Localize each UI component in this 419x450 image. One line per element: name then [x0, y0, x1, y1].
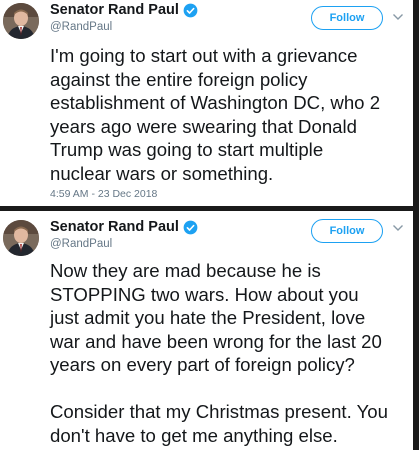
verified-badge-icon	[183, 3, 198, 17]
user-handle[interactable]: @RandPaul	[50, 21, 112, 33]
avatar[interactable]	[3, 220, 39, 256]
chevron-down-icon[interactable]	[392, 12, 404, 22]
verified-badge-icon	[183, 220, 198, 234]
display-name[interactable]: Senator Rand Paul	[50, 2, 179, 18]
tweet-card: Senator Rand Paul @RandPaul Follow Now t…	[0, 211, 413, 450]
author-name-row: Senator Rand Paul	[50, 2, 198, 18]
tweet-timestamp[interactable]: 4:59 AM - 23 Dec 2018	[50, 188, 157, 200]
tweet-text: I'm going to start out with a grievance …	[50, 45, 381, 184]
author-name-row: Senator Rand Paul	[50, 219, 198, 235]
tweet-card: Senator Rand Paul @RandPaul Follow I'm g…	[0, 0, 413, 207]
chevron-down-icon[interactable]	[392, 223, 404, 233]
user-handle[interactable]: @RandPaul	[50, 238, 112, 250]
profile-photo-icon	[3, 220, 39, 256]
tweet-text: Now they are mad because he is STOPPING …	[50, 260, 388, 446]
tweet-screenshot-collage: Senator Rand Paul @RandPaul Follow I'm g…	[0, 0, 419, 450]
profile-photo-icon	[3, 3, 39, 39]
follow-button[interactable]: Follow	[311, 6, 383, 30]
screenshot-border	[413, 0, 419, 450]
follow-button[interactable]: Follow	[311, 219, 383, 243]
avatar[interactable]	[3, 3, 39, 39]
display-name[interactable]: Senator Rand Paul	[50, 219, 179, 235]
